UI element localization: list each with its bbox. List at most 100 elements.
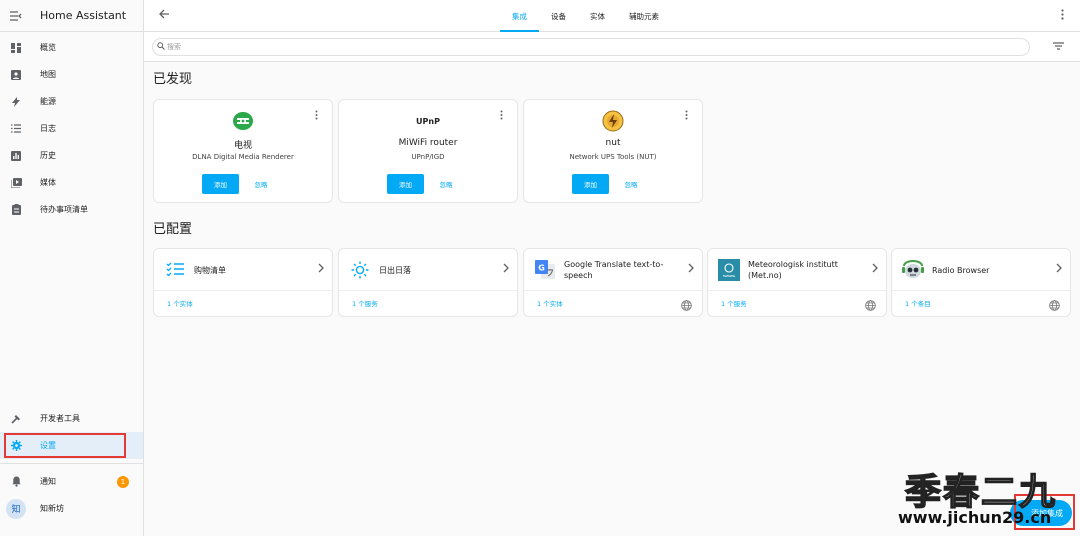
configured-card[interactable]: Radio Browser 1 个条目 <box>891 248 1071 317</box>
card-subtitle: DLNA Digital Media Renderer <box>192 153 294 161</box>
ignore-button[interactable]: 忽略 <box>616 174 646 194</box>
sidebar-item-todo[interactable]: 待办事项清单 <box>0 196 143 223</box>
sidebar-item-label: 待办事项清单 <box>40 205 88 214</box>
card-count-link[interactable]: 1 个条目 <box>905 298 931 308</box>
gear-icon <box>0 440 32 451</box>
sidebar: Home Assistant 概览 地图 能源 日志 历史 媒体 待办事项清单 … <box>0 0 144 536</box>
met-no-icon <box>718 259 740 281</box>
card-name: 日出日落 <box>379 265 411 275</box>
card-count-link[interactable]: 1 个实体 <box>167 298 193 308</box>
card-count-link[interactable]: 1 个实体 <box>537 298 563 308</box>
sidebar-item-label: 概览 <box>40 43 56 52</box>
discovered-card: 电视 DLNA Digital Media Renderer 添加 忽略 <box>153 99 333 203</box>
chevron-right-icon <box>318 263 324 276</box>
sidebar-item-label: 日志 <box>40 124 56 133</box>
dlna-logo-icon <box>154 110 332 132</box>
sidebar-header: Home Assistant <box>0 0 143 32</box>
discovered-card: nut Network UPS Tools (NUT) 添加 忽略 <box>523 99 703 203</box>
chevron-right-icon <box>872 263 878 276</box>
search-input[interactable]: 搜索 <box>152 38 1030 56</box>
card-name: Meteorologisk institutt (Met.no) <box>748 260 838 280</box>
dashboard-icon <box>0 42 32 53</box>
globe-icon <box>1049 296 1060 315</box>
avatar: 知 <box>6 498 26 519</box>
tab-devices[interactable]: 设备 <box>539 0 578 32</box>
sidebar-divider <box>0 463 143 464</box>
sidebar-item-label: 通知 <box>40 477 56 486</box>
card-count-link[interactable]: 1 个服务 <box>721 298 747 308</box>
ignore-button[interactable]: 忽略 <box>246 174 276 194</box>
google-translate-icon: G <box>534 259 556 281</box>
search-icon <box>157 42 165 52</box>
card-header: 日出日落 <box>339 249 517 291</box>
tab-helpers[interactable]: 辅助元素 <box>617 0 671 32</box>
upnp-logo-icon: UPnP <box>339 110 517 132</box>
card-count-link[interactable]: 1 个服务 <box>352 298 378 308</box>
notification-badge: 1 <box>117 475 129 488</box>
sun-icon <box>349 259 371 281</box>
sidebar-item-history[interactable]: 历史 <box>0 142 143 169</box>
card-name: Google Translate text-to-speech <box>564 260 664 280</box>
section-title-configured: 已配置 <box>153 222 193 237</box>
app-title: Home Assistant <box>40 9 127 22</box>
card-menu-icon[interactable] <box>500 110 503 123</box>
add-button[interactable]: 添加 <box>572 174 609 194</box>
card-menu-icon[interactable] <box>315 110 318 123</box>
bell-icon <box>0 476 32 487</box>
card-header: Radio Browser <box>892 249 1070 291</box>
globe-icon <box>865 296 876 315</box>
card-header: Meteorologisk institutt (Met.no) <box>708 249 886 291</box>
card-name: 购物清单 <box>194 265 226 275</box>
sidebar-item-overview[interactable]: 概览 <box>0 34 143 61</box>
card-subtitle: UPnP/IGD <box>411 153 445 161</box>
svg-text:G: G <box>538 264 545 273</box>
sidebar-item-developer-tools[interactable]: 开发者工具 <box>0 405 143 432</box>
card-header: G Google Translate text-to-speech <box>524 249 702 291</box>
configured-card[interactable]: G Google Translate text-to-speech 1 个实体 <box>523 248 703 317</box>
tab-entities[interactable]: 实体 <box>578 0 617 32</box>
add-button[interactable]: 添加 <box>202 174 239 194</box>
add-button[interactable]: 添加 <box>387 174 424 194</box>
search-placeholder: 搜索 <box>167 43 181 51</box>
sidebar-item-label: 地图 <box>40 70 56 79</box>
sidebar-item-label: 知新坊 <box>40 504 64 513</box>
sidebar-item-map[interactable]: 地图 <box>0 61 143 88</box>
discovered-card: UPnP MiWiFi router UPnP/IGD 添加 忽略 <box>338 99 518 203</box>
tab-bar: 集成 设备 实体 辅助元素 <box>500 0 671 32</box>
configured-card[interactable]: 购物清单 1 个实体 <box>153 248 333 317</box>
sidebar-item-label: 能源 <box>40 97 56 106</box>
avatar-wrap: 知 <box>0 498 32 519</box>
sidebar-item-label: 媒体 <box>40 178 56 187</box>
configured-card[interactable]: Meteorologisk institutt (Met.no) 1 个服务 <box>707 248 887 317</box>
ignore-button[interactable]: 忽略 <box>431 174 461 194</box>
chevron-right-icon <box>1056 263 1062 276</box>
card-name: nut <box>605 138 621 148</box>
overflow-menu-icon[interactable] <box>1061 9 1064 23</box>
sidebar-nav: 概览 地图 能源 日志 历史 媒体 待办事项清单 <box>0 34 143 223</box>
sidebar-bottom: 开发者工具 设置 通知 1 知 知新坊 <box>0 405 143 522</box>
sidebar-item-profile[interactable]: 知 知新坊 <box>0 495 143 522</box>
menu-collapse-icon[interactable] <box>0 0 32 32</box>
card-menu-icon[interactable] <box>685 110 688 123</box>
chevron-right-icon <box>503 263 509 276</box>
globe-icon <box>681 296 692 315</box>
sidebar-item-logbook[interactable]: 日志 <box>0 115 143 142</box>
card-subtitle: Network UPS Tools (NUT) <box>569 153 657 161</box>
chevron-right-icon <box>688 263 694 276</box>
nut-logo-icon <box>524 110 702 132</box>
tab-integrations[interactable]: 集成 <box>500 0 539 32</box>
sidebar-item-media[interactable]: 媒体 <box>0 169 143 196</box>
configured-card[interactable]: 日出日落 1 个服务 <box>338 248 518 317</box>
filter-icon[interactable] <box>1053 40 1064 53</box>
list-icon <box>0 124 32 133</box>
card-header: 购物清单 <box>154 249 332 291</box>
map-icon <box>0 69 32 80</box>
hammer-icon <box>0 414 32 424</box>
media-icon <box>0 177 32 188</box>
watermark-url: www.jichun29.cn <box>898 508 1052 527</box>
sidebar-item-energy[interactable]: 能源 <box>0 88 143 115</box>
sidebar-item-notifications[interactable]: 通知 1 <box>0 468 143 495</box>
back-arrow-icon[interactable] <box>158 8 170 24</box>
sidebar-item-settings[interactable]: 设置 <box>0 432 143 459</box>
lightning-icon <box>0 96 32 107</box>
